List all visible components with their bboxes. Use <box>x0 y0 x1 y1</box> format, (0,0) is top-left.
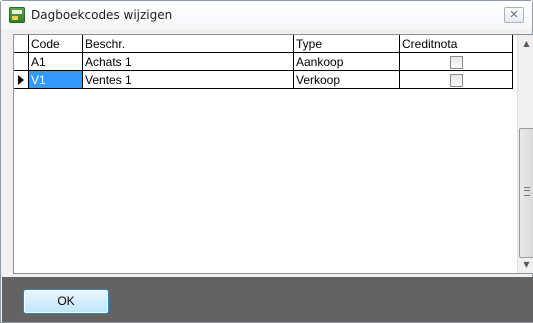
cell-description[interactable]: Ventes 1 <box>82 70 294 89</box>
row-header-current[interactable] <box>14 70 29 89</box>
vertical-scrollbar[interactable]: ▲ ▼ <box>517 35 533 273</box>
creditnota-checkbox[interactable] <box>449 73 463 87</box>
column-header-creditnota[interactable]: Creditnota <box>399 35 513 53</box>
scroll-up-icon[interactable]: ▲ <box>518 35 533 52</box>
dialog-window: Dagboekcodes wijzigen ✕ Code Beschr. Typ… <box>0 0 533 323</box>
cell-type[interactable]: Aankoop <box>293 52 400 71</box>
row-header[interactable] <box>14 52 29 71</box>
close-icon: ✕ <box>509 8 519 21</box>
grip-icon <box>524 187 530 196</box>
column-header-description[interactable]: Beschr. <box>82 35 294 53</box>
app-icon <box>9 7 25 23</box>
row-pointer-icon <box>18 75 24 86</box>
cell-creditnota[interactable] <box>399 70 513 89</box>
column-header-type[interactable]: Type <box>293 35 400 53</box>
grid-table: Code Beschr. Type Creditnota A1 Achats 1… <box>14 35 513 89</box>
cell-creditnota[interactable] <box>399 52 513 71</box>
cell-code-selected[interactable]: V1 <box>28 70 83 89</box>
window-title: Dagboekcodes wijzigen <box>31 8 173 22</box>
cell-description[interactable]: Achats 1 <box>82 52 294 71</box>
column-header-code[interactable]: Code <box>28 35 83 53</box>
table-row[interactable]: V1 Ventes 1 Verkoop <box>14 70 513 89</box>
cell-code[interactable]: A1 <box>28 52 83 71</box>
grid-header-row: Code Beschr. Type Creditnota <box>14 35 513 53</box>
journal-codes-grid[interactable]: Code Beschr. Type Creditnota A1 Achats 1… <box>13 34 533 274</box>
scroll-down-icon[interactable]: ▼ <box>518 256 533 273</box>
cell-type[interactable]: Verkoop <box>293 70 400 89</box>
creditnota-checkbox[interactable] <box>449 55 463 69</box>
close-button[interactable]: ✕ <box>504 7 524 23</box>
ok-button[interactable]: OK <box>23 289 109 314</box>
row-header-corner <box>14 35 29 53</box>
table-row[interactable]: A1 Achats 1 Aankoop <box>14 52 513 71</box>
title-bar[interactable]: Dagboekcodes wijzigen ✕ <box>1 1 532 29</box>
scrollbar-thumb[interactable] <box>519 128 533 258</box>
